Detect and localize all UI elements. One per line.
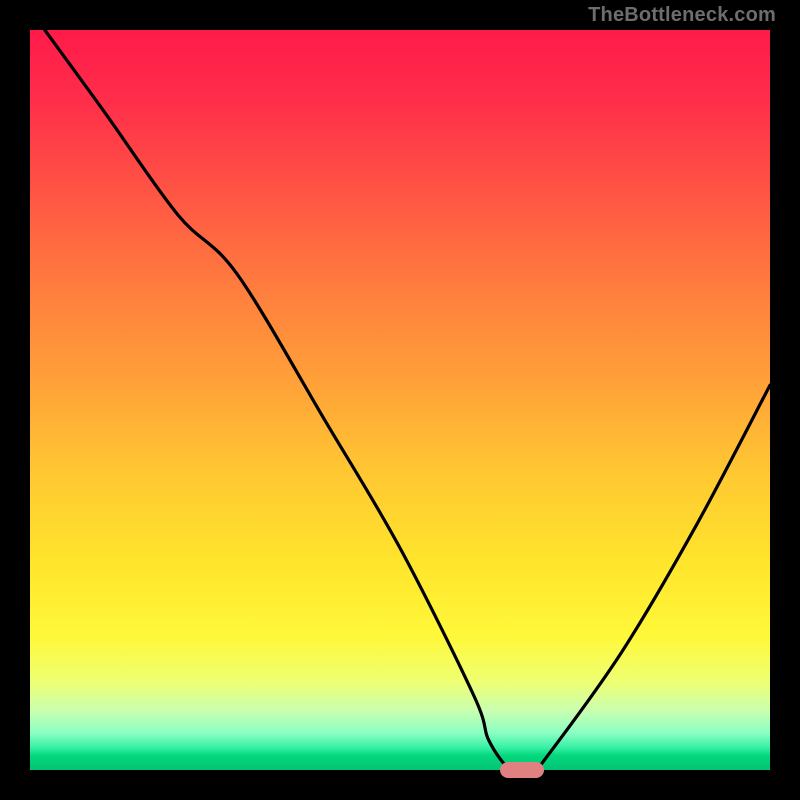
watermark-text: TheBottleneck.com	[588, 4, 776, 27]
plot-area	[30, 30, 770, 770]
bottleneck-curve	[30, 30, 770, 770]
chart-frame: TheBottleneck.com	[0, 0, 800, 800]
optimum-marker	[500, 762, 544, 778]
